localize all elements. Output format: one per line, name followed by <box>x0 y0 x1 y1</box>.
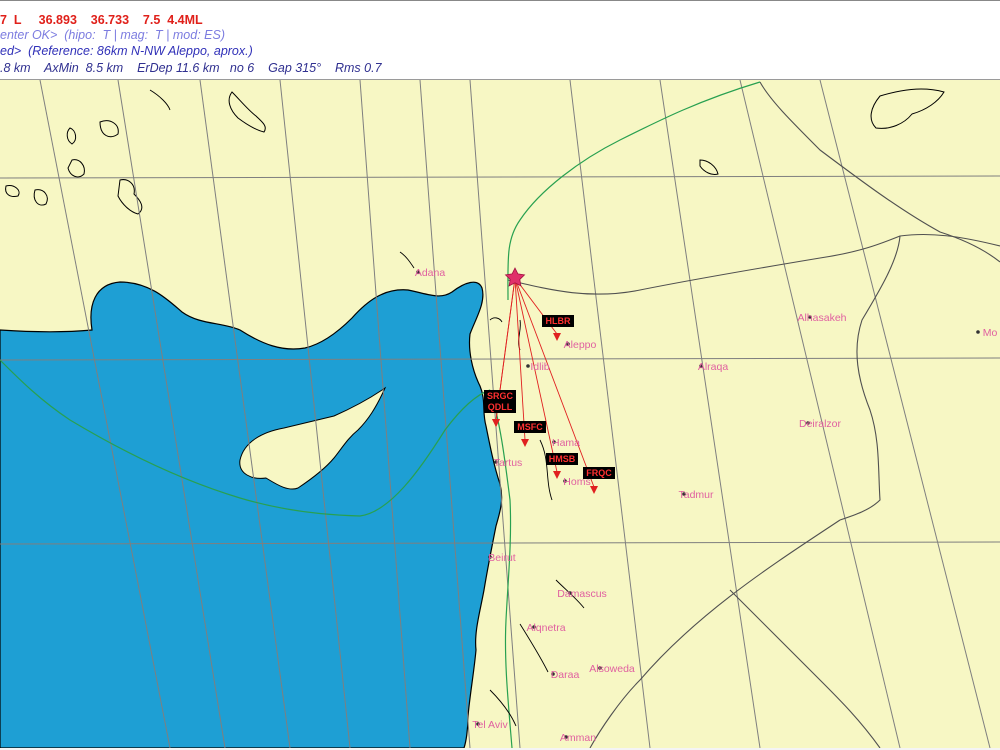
city-alqnetra[interactable]: Alqnetra <box>526 622 565 634</box>
city-label: Tel Aviv <box>472 719 508 731</box>
city-tartus[interactable]: Tartus <box>494 457 523 469</box>
city-label: Tadmur <box>678 489 714 501</box>
city-alhasakeh[interactable]: Alhasakeh <box>797 312 846 324</box>
city-label: Alraqa <box>698 361 729 373</box>
city-dot <box>976 330 980 334</box>
city-label: Idlib <box>530 361 549 373</box>
station-code: SRGC <box>487 391 514 401</box>
city-deiralzor[interactable]: Deiralzor <box>799 418 842 430</box>
city-label: Damascus <box>557 588 607 600</box>
epicenter-status-line: enter OK> (hipo: T | mag: T | mod: ES) <box>0 28 225 42</box>
city-beirut[interactable]: Beirut <box>488 552 516 564</box>
station-code: QDLL <box>488 402 513 412</box>
city-alsoweda[interactable]: Alsoweda <box>589 663 635 675</box>
city-dot <box>526 364 530 368</box>
city-label: Amman <box>560 732 596 744</box>
city-label: Alhasakeh <box>797 312 846 324</box>
city-label: Daraa <box>551 669 580 681</box>
city-idlib[interactable]: Idlib <box>526 361 550 373</box>
city-label: Homs <box>563 476 590 488</box>
event-info-header: 7 L 36.893 36.733 7.5 4.4ML enter OK> (h… <box>0 0 1000 80</box>
city-label: Mo <box>983 327 998 339</box>
city-label: Deiralzor <box>799 418 842 430</box>
station-code: MSFC <box>517 422 543 432</box>
city-damascus[interactable]: Damascus <box>557 588 607 600</box>
city-tadmur[interactable]: Tadmur <box>678 489 714 501</box>
station-code: HMSB <box>549 454 576 464</box>
map-canvas[interactable]: HLBRSRGCQDLLMSFCHMSBFRQC AdanaAleppoIdli… <box>0 80 1000 748</box>
city-label: Tartus <box>494 457 523 469</box>
sea-area <box>0 281 503 748</box>
city-adana[interactable]: Adana <box>415 267 446 279</box>
station-code: HLBR <box>546 316 571 326</box>
map-view[interactable]: HLBR SRGC QDLL MSFC HMSB FRQC Adana Aleppo Idli… <box>0 80 1000 748</box>
city-tel-aviv[interactable]: Tel Aviv <box>472 719 508 731</box>
city-alraqa[interactable]: Alraqa <box>698 361 729 373</box>
city-amman[interactable]: Amman <box>560 732 596 744</box>
city-hama[interactable]: Hama <box>552 437 580 449</box>
city-label: Alsoweda <box>589 663 635 675</box>
city-label: Aleppo <box>564 339 597 351</box>
error-stats-line: .8 km AxMin 8.5 km ErDep 11.6 km no 6 Ga… <box>0 61 382 75</box>
city-label: Adana <box>415 267 446 279</box>
city-daraa[interactable]: Daraa <box>551 669 580 681</box>
reference-location-line: ed> (Reference: 86km N-NW Aleppo, aprox.… <box>0 44 253 58</box>
city-label: Hama <box>552 437 580 449</box>
city-aleppo[interactable]: Aleppo <box>564 339 597 351</box>
city-label: Beirut <box>488 552 516 564</box>
city-homs[interactable]: Homs <box>563 476 591 488</box>
city-label: Alqnetra <box>526 622 565 634</box>
event-summary-line: 7 L 36.893 36.733 7.5 4.4ML <box>0 13 203 27</box>
